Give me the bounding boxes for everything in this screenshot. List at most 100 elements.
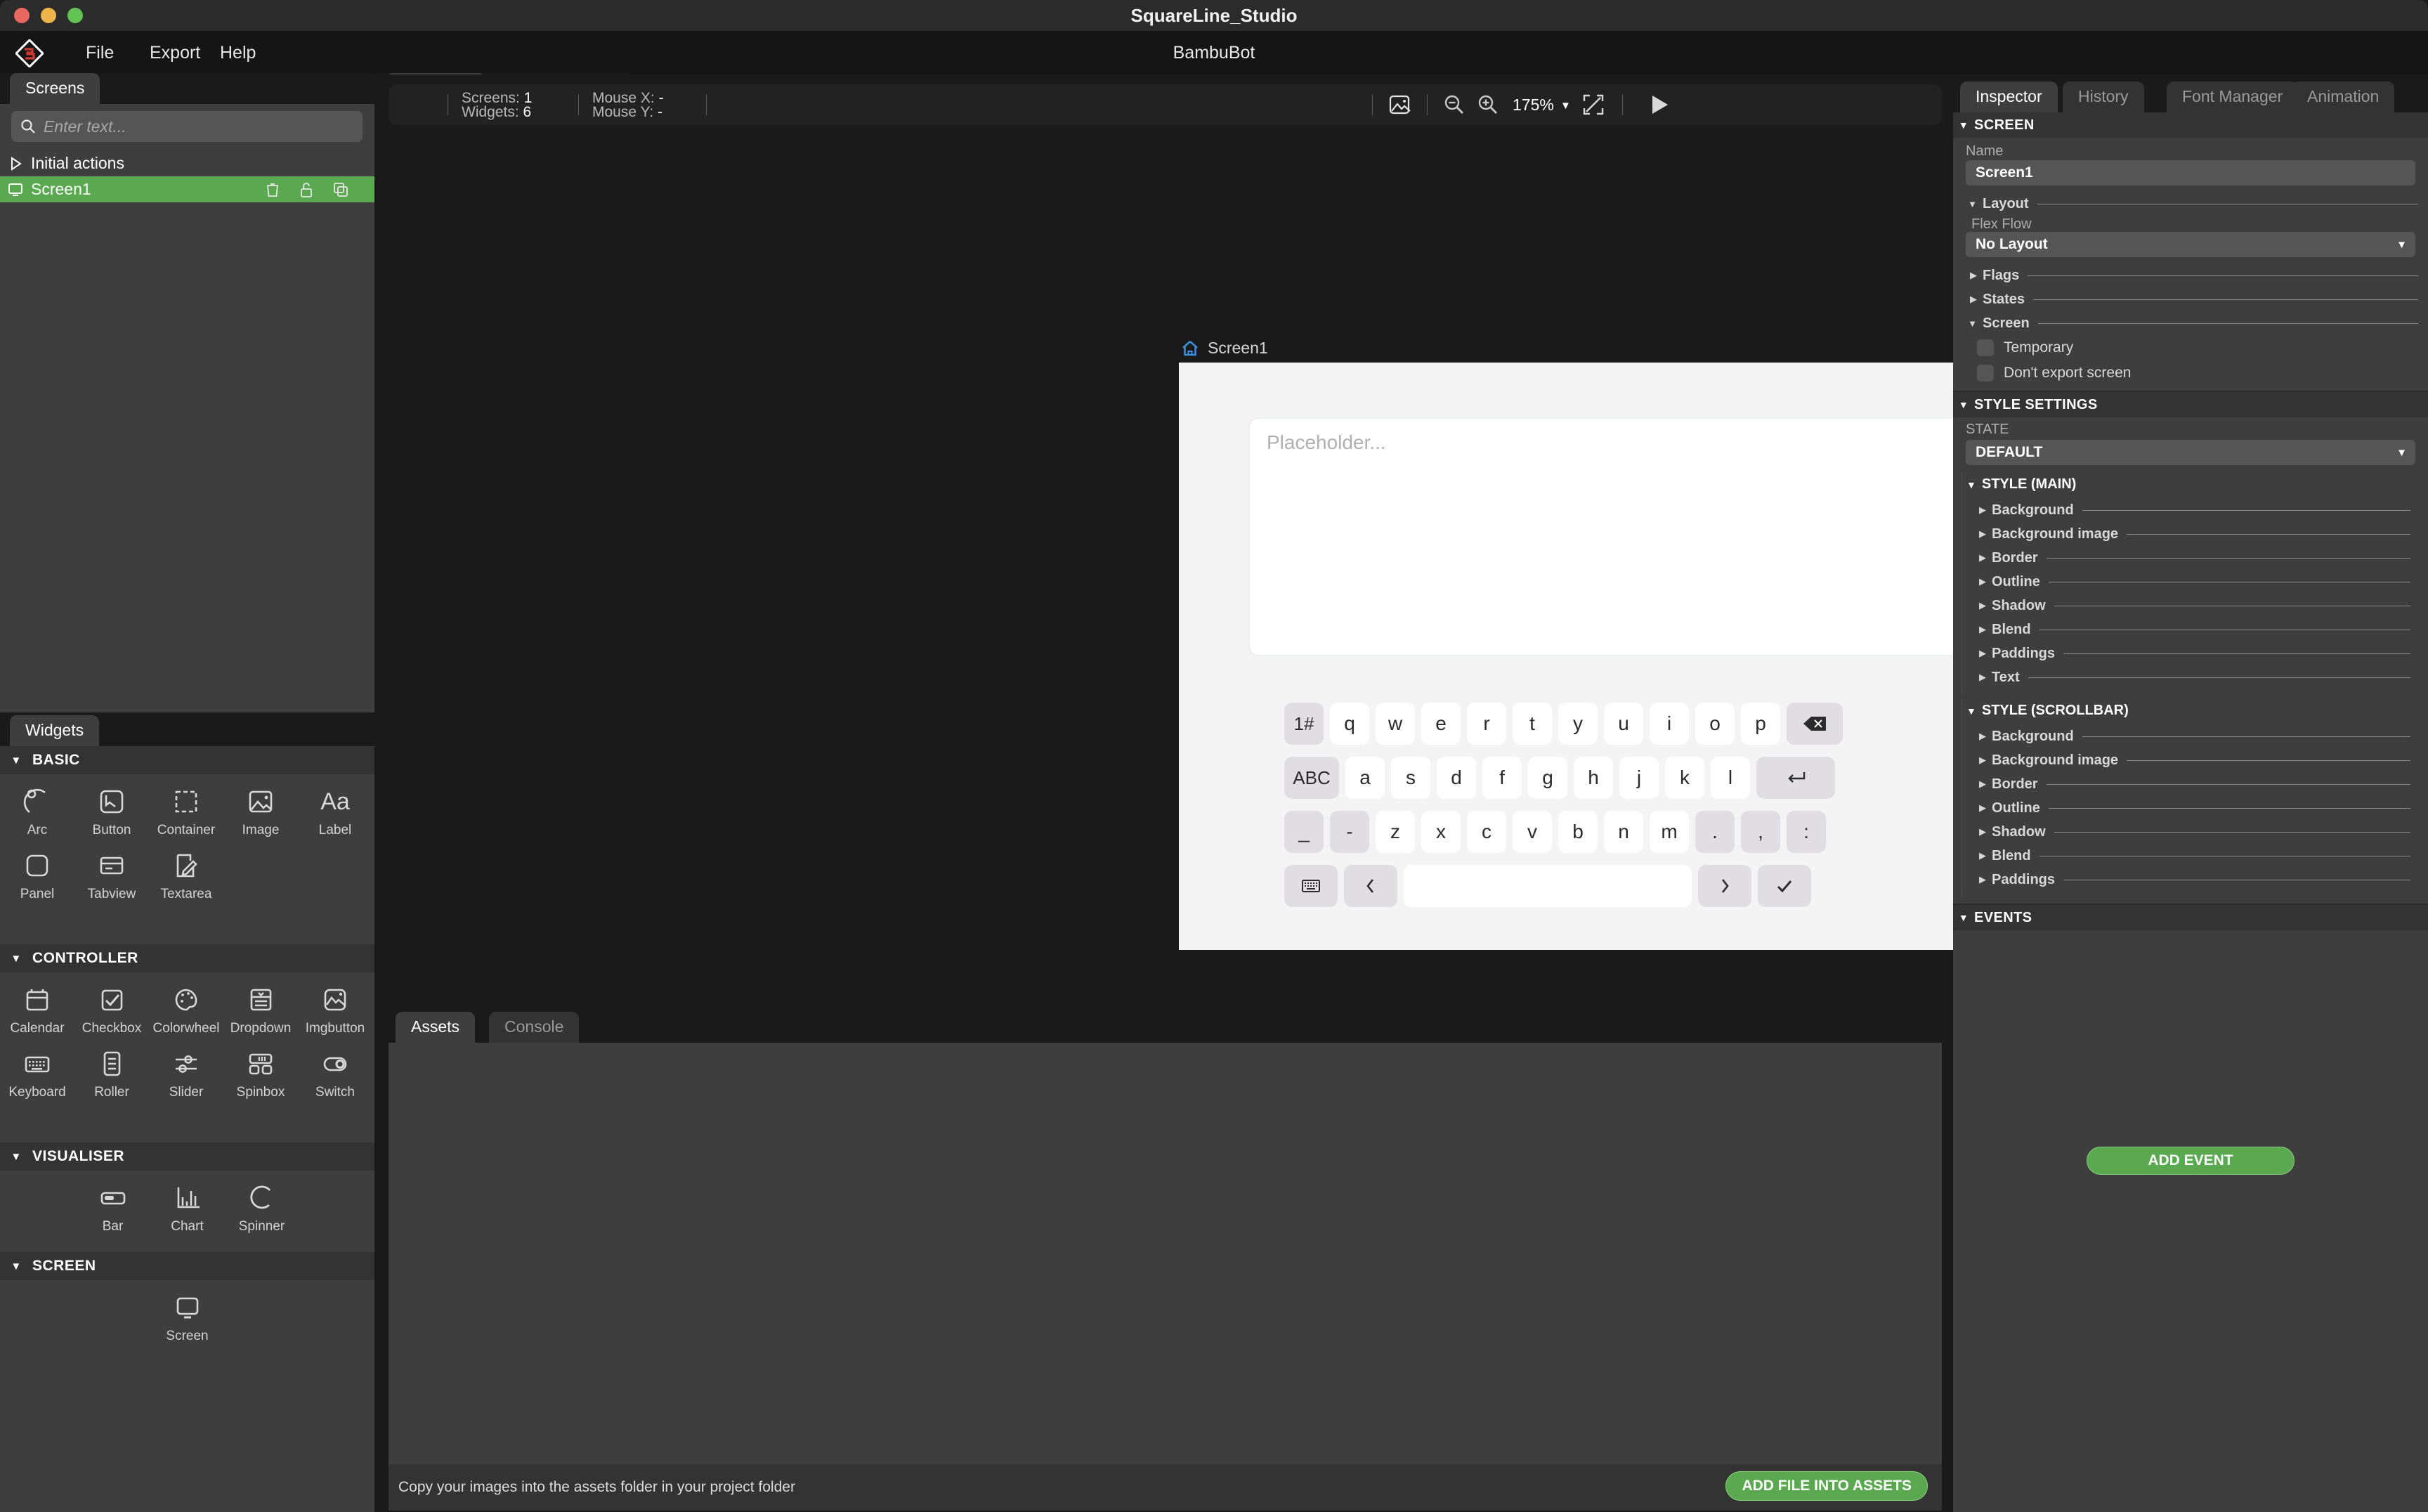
- key-_[interactable]: _: [1284, 811, 1324, 853]
- key-p[interactable]: p: [1741, 703, 1780, 745]
- widget-section-visualiser[interactable]: ▼ VISUALISER: [0, 1142, 374, 1171]
- widget-switch[interactable]: Switch: [298, 1036, 372, 1100]
- style-group-outline[interactable]: ▶ Outline: [1962, 797, 2420, 819]
- key-n[interactable]: n: [1604, 811, 1643, 853]
- style-group-blend[interactable]: ▶ Blend: [1962, 845, 2420, 867]
- key-t[interactable]: t: [1513, 703, 1552, 745]
- key-.[interactable]: .: [1695, 811, 1735, 853]
- style-group-background[interactable]: ▶ Background: [1962, 725, 2420, 748]
- tree-item-screen1[interactable]: Screen1: [0, 176, 374, 202]
- tab-widgets[interactable]: Widgets: [10, 715, 100, 746]
- key-chevron-left-icon[interactable]: [1344, 865, 1397, 907]
- style-group-background-image[interactable]: ▶ Background image: [1962, 523, 2420, 545]
- section-screen-header[interactable]: ▼ SCREEN: [1953, 112, 2428, 138]
- key-:[interactable]: :: [1787, 811, 1826, 853]
- tab-inspector[interactable]: Inspector: [1960, 82, 2058, 112]
- tab-history[interactable]: History: [2063, 82, 2144, 112]
- style-main-header[interactable]: ▼ STYLE (MAIN): [1966, 476, 2076, 493]
- group-flags[interactable]: ▶ Flags: [1953, 264, 2428, 287]
- add-file-into-assets-button[interactable]: ADD FILE INTO ASSETS: [1725, 1471, 1928, 1501]
- key-chevron-right-icon[interactable]: [1698, 865, 1751, 907]
- group-states[interactable]: ▶ States: [1953, 288, 2428, 311]
- key-r[interactable]: r: [1467, 703, 1506, 745]
- widget-label-item[interactable]: Aa Label: [298, 774, 372, 838]
- widget-colorwheel[interactable]: Colorwheel: [149, 972, 223, 1036]
- checkbox-temporary[interactable]: Temporary: [1953, 336, 2428, 360]
- widget-spinner[interactable]: Spinner: [225, 1171, 299, 1234]
- style-group-blend[interactable]: ▶ Blend: [1962, 618, 2420, 641]
- zoom-level-value[interactable]: 175%: [1513, 96, 1554, 115]
- key-space-bar[interactable]: [1404, 865, 1692, 907]
- group-screen[interactable]: ▼ Screen: [1953, 312, 2428, 334]
- widget-container[interactable]: Container: [149, 774, 223, 838]
- screen-name-input[interactable]: Screen1: [1966, 160, 2415, 185]
- widget-spinbox[interactable]: Spinbox: [223, 1036, 298, 1100]
- key-y[interactable]: y: [1558, 703, 1598, 745]
- key-q[interactable]: q: [1330, 703, 1369, 745]
- key-j[interactable]: j: [1619, 757, 1659, 799]
- key-d[interactable]: d: [1437, 757, 1476, 799]
- widget-chart[interactable]: Chart: [150, 1171, 225, 1234]
- tab-assets[interactable]: Assets: [396, 1012, 476, 1043]
- style-group-shadow[interactable]: ▶ Shadow: [1962, 594, 2420, 617]
- key-l[interactable]: l: [1711, 757, 1750, 799]
- style-group-border[interactable]: ▶ Border: [1962, 773, 2420, 795]
- zoom-in-icon[interactable]: [1476, 84, 1500, 125]
- key-g[interactable]: g: [1528, 757, 1567, 799]
- key-s[interactable]: s: [1391, 757, 1430, 799]
- widget-calendar[interactable]: Calendar: [0, 972, 74, 1036]
- style-group-background[interactable]: ▶ Background: [1962, 499, 2420, 521]
- style-scrollbar-header[interactable]: ▼ STYLE (SCROLLBAR): [1966, 703, 2129, 719]
- unlock-icon[interactable]: [299, 181, 314, 198]
- key-b[interactable]: b: [1558, 811, 1598, 853]
- style-group-outline[interactable]: ▶ Outline: [1962, 571, 2420, 593]
- assets-file-list[interactable]: [389, 1043, 1942, 1464]
- play-icon[interactable]: [1645, 84, 1673, 125]
- tree-item-initial-actions[interactable]: Initial actions: [0, 150, 374, 176]
- key-backspace-icon[interactable]: [1787, 703, 1843, 745]
- zoom-out-icon[interactable]: [1442, 84, 1466, 125]
- checkbox-box[interactable]: [1977, 339, 1994, 356]
- trash-icon[interactable]: [265, 181, 280, 198]
- tab-screens[interactable]: Screens: [10, 73, 100, 104]
- key-w[interactable]: w: [1376, 703, 1415, 745]
- key-u[interactable]: u: [1604, 703, 1643, 745]
- style-group-border[interactable]: ▶ Border: [1962, 547, 2420, 569]
- key-x[interactable]: x: [1421, 811, 1461, 853]
- section-events-header[interactable]: ▼ EVENTS: [1953, 905, 2428, 930]
- key-1#[interactable]: 1#: [1284, 703, 1324, 745]
- checkbox-dont-export-screen[interactable]: Don't export screen: [1953, 361, 2428, 385]
- screens-search-input[interactable]: Enter text...: [11, 111, 363, 142]
- flex-flow-select[interactable]: No Layout ▼: [1966, 232, 2415, 257]
- key-c[interactable]: c: [1467, 811, 1506, 853]
- key-i[interactable]: i: [1650, 703, 1689, 745]
- tab-animation[interactable]: Animation: [2292, 82, 2395, 112]
- screenshot-image-icon[interactable]: [1388, 84, 1411, 125]
- key-o[interactable]: o: [1695, 703, 1735, 745]
- widget-section-controller[interactable]: ▼ CONTROLLER: [0, 944, 374, 972]
- section-style-settings-header[interactable]: ▼ STYLE SETTINGS: [1953, 392, 2428, 417]
- key-,[interactable]: ,: [1741, 811, 1780, 853]
- widget-roller[interactable]: Roller: [74, 1036, 149, 1100]
- key-keyboard-icon[interactable]: [1284, 865, 1338, 907]
- widget-section-screen[interactable]: ▼ SCREEN: [0, 1252, 374, 1280]
- key-a[interactable]: a: [1345, 757, 1385, 799]
- key-check-icon[interactable]: [1758, 865, 1811, 907]
- widget-image[interactable]: Image: [223, 774, 298, 838]
- widget-bar[interactable]: Bar: [76, 1171, 150, 1234]
- widget-button[interactable]: Button: [74, 774, 149, 838]
- style-group-paddings[interactable]: ▶ Paddings: [1962, 642, 2420, 665]
- key-e[interactable]: e: [1421, 703, 1461, 745]
- style-group-background-image[interactable]: ▶ Background image: [1962, 749, 2420, 771]
- group-layout[interactable]: ▼ Layout: [1953, 193, 2428, 215]
- tab-font-manager[interactable]: Font Manager: [2167, 82, 2299, 112]
- state-select[interactable]: DEFAULT ▼: [1966, 440, 2415, 465]
- key-h[interactable]: h: [1574, 757, 1613, 799]
- widget-panel[interactable]: Panel: [0, 838, 74, 902]
- add-event-button[interactable]: ADD EVENT: [2087, 1147, 2295, 1175]
- key-enter-icon[interactable]: [1756, 757, 1835, 799]
- duplicate-icon[interactable]: [332, 181, 349, 198]
- key-m[interactable]: m: [1650, 811, 1689, 853]
- checkbox-box[interactable]: [1977, 365, 1994, 382]
- widget-slider[interactable]: Slider: [149, 1036, 223, 1100]
